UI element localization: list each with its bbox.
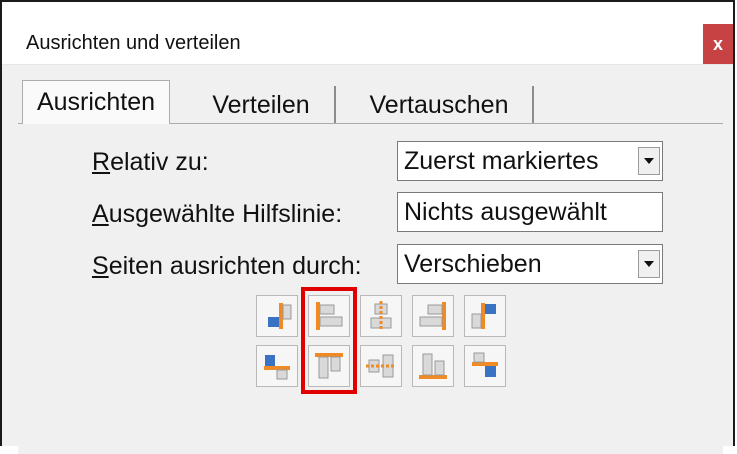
align-bottom-edges-icon xyxy=(472,352,498,377)
align-vertical-centers-button[interactable] xyxy=(360,345,402,387)
align-sides-label: Seiten ausrichten durch: xyxy=(92,252,362,280)
align-top-edges-button[interactable] xyxy=(256,345,298,387)
align-sides-dropdown[interactable]: Verschieben xyxy=(397,244,663,284)
chevron-down-icon xyxy=(644,158,654,164)
align-sides-dropdown-button[interactable] xyxy=(638,250,660,278)
align-left-icon xyxy=(316,302,343,330)
align-right-button[interactable] xyxy=(412,295,454,337)
align-bottom-edges-button[interactable] xyxy=(464,345,506,387)
close-button[interactable]: x xyxy=(703,24,733,64)
align-right-icon xyxy=(419,302,446,330)
relative-to-dropdown-button[interactable] xyxy=(638,147,660,175)
align-left-edges-icon xyxy=(268,303,292,329)
align-right-edges-icon xyxy=(471,303,496,329)
selected-guide-label: Ausgewählte Hilfslinie: xyxy=(92,200,343,228)
dialog-title: Ausrichten und verteilen xyxy=(26,32,241,54)
align-top-edges-icon xyxy=(264,355,290,380)
relative-to-dropdown[interactable]: Zuerst markiertes xyxy=(397,141,663,181)
tab-vertauschen[interactable]: Vertauschen xyxy=(346,86,534,124)
align-bottom-button[interactable] xyxy=(412,345,454,387)
align-vertical-centers-icon xyxy=(366,354,396,378)
selected-guide-value: Nichts ausgewählt xyxy=(404,197,607,226)
align-bottom-icon xyxy=(419,353,447,379)
tab-verteilen[interactable]: Verteilen xyxy=(188,86,336,124)
align-horizontal-centers-icon xyxy=(370,301,392,331)
align-distribute-dialog: Ausrichten und verteilen x Ausrichten Ve… xyxy=(0,0,735,454)
align-right-edges-button[interactable] xyxy=(464,295,506,337)
close-icon: x xyxy=(712,33,723,54)
selected-guide-field[interactable]: Nichts ausgewählt xyxy=(397,192,663,232)
chevron-down-icon xyxy=(644,261,654,267)
align-top-button[interactable] xyxy=(308,345,350,387)
relative-to-value: Zuerst markiertes xyxy=(404,146,599,175)
align-left-edges-button[interactable] xyxy=(256,295,298,337)
title-bar: Ausrichten und verteilen x xyxy=(2,2,733,65)
tab-ausrichten[interactable]: Ausrichten xyxy=(22,80,170,124)
relative-to-label: Relativ zu: xyxy=(92,148,209,176)
align-left-button[interactable] xyxy=(308,295,350,337)
align-sides-value: Verschieben xyxy=(404,249,542,278)
align-top-icon xyxy=(315,353,343,379)
align-horizontal-centers-button[interactable] xyxy=(360,295,402,337)
